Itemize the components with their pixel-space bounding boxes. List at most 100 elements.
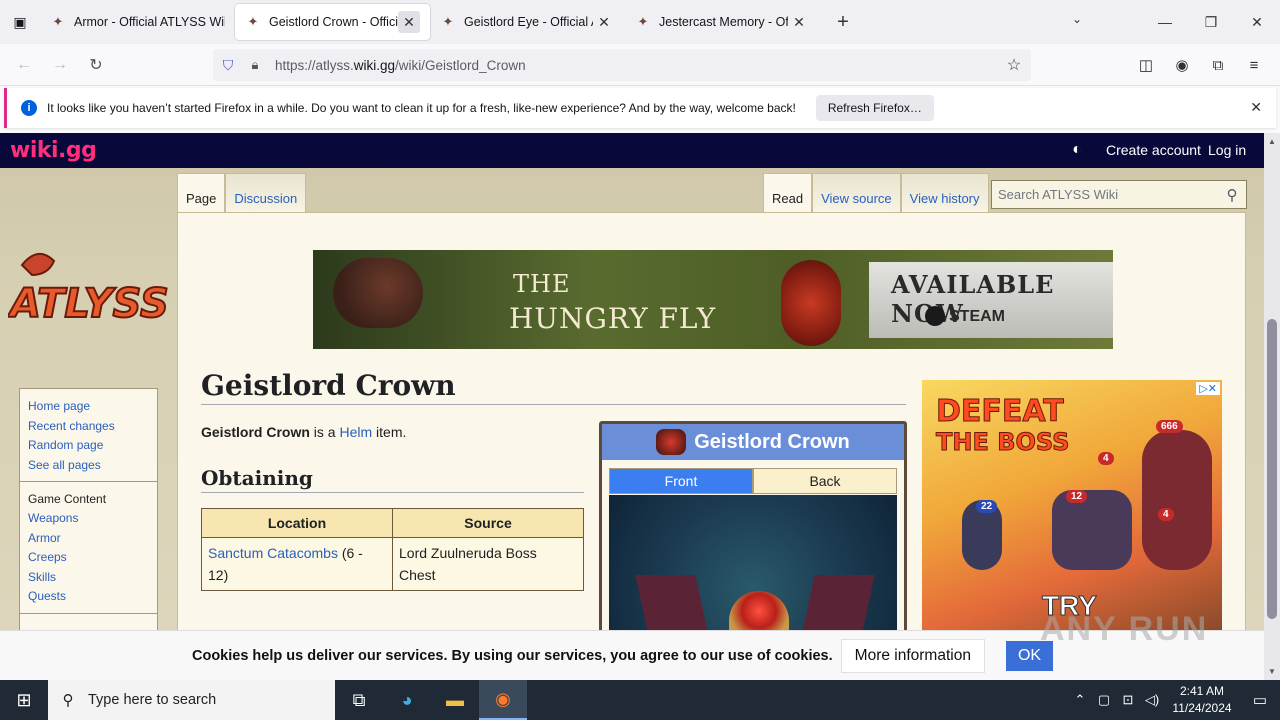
taskbar: ⊞ ⚲ Type here to search ⧉ ◕ ▬ ◉ ⌃ ▢ ⊡ ◁)… [0,680,1280,720]
cookie-message: Cookies help us deliver our services. By… [192,647,833,664]
volume-icon[interactable]: ◁) [1140,692,1164,708]
sidebar-item-skills[interactable]: Skills [20,568,157,588]
tab-jestercast-memory[interactable]: ✦ Jestercast Memory - Official ATLYSS Wi… [625,4,820,40]
scroll-down-icon[interactable]: ▼ [1268,667,1276,676]
ad-close-icon[interactable]: ▷✕ [1196,382,1220,395]
task-view-icon[interactable]: ⧉ [335,680,383,720]
wiki-search-input[interactable]: Search ATLYSS Wiki ⚲ [991,180,1247,209]
page-scrollbar[interactable]: ▲ ▼ [1264,133,1280,680]
ad-level-badge: 4 [1158,508,1174,521]
hungry-fly-banner[interactable]: THE HUNGRY FLY AVAILABLE NOW STEAM [313,250,1113,349]
bookmark-star-icon[interactable]: ☆ [997,55,1031,75]
sidebar-item-recent-changes[interactable]: Recent changes [20,417,157,437]
tracking-shield-icon[interactable]: ⛉ [213,57,243,74]
chevron-up-icon[interactable]: ⌃ [1068,692,1092,708]
atlyss-logo[interactable]: ATLYSS [8,245,168,335]
wikigg-logo[interactable]: wiki.gg [10,138,97,163]
back-icon[interactable]: ← [6,49,42,81]
helm-link[interactable]: Helm [339,424,372,440]
create-account-link[interactable]: Create account [1106,142,1201,158]
refresh-notification: i It looks like you haven’t started Fire… [4,88,1276,128]
crown-item-icon [656,429,687,455]
login-link[interactable]: Log in [1208,142,1246,158]
url-bar[interactable]: ⛉ 🔒︎ https://atlyss.wiki.gg/wiki/Geistlo… [213,49,1031,81]
forward-icon[interactable]: → [42,49,78,81]
reload-icon[interactable]: ↻ [78,49,114,81]
tab-view-source[interactable]: View source [812,173,901,213]
edge-icon[interactable]: ◕ [383,680,431,720]
windows-start-icon[interactable]: ⊞ [0,680,48,720]
url-text[interactable]: https://atlyss.wiki.gg/wiki/Geistlord_Cr… [275,58,997,73]
tab-title: Geistlord Eye - Official ATLYSS Wiki [464,15,593,29]
sidebar-item-random-page[interactable]: Random page [20,436,157,456]
tab-title: Geistlord Crown - Official ATLYSS Wiki [269,15,398,29]
list-all-tabs-icon[interactable]: ⌄ [1072,12,1082,26]
tab-geistlord-eye[interactable]: ✦ Geistlord Eye - Official ATLYSS Wiki ✕ [430,4,625,40]
search-icon[interactable]: ⚲ [1218,186,1246,204]
sidebar-item-all-pages[interactable]: See all pages [20,456,157,476]
file-explorer-icon[interactable]: ▬ [431,680,479,720]
scrollbar-thumb[interactable] [1267,319,1277,619]
close-tab-icon[interactable]: ✕ [398,11,420,33]
sidebar-group-divider [20,612,157,620]
sidebar-item-weapons[interactable]: Weapons [20,509,157,529]
tab-geistlord-crown[interactable]: ✦ Geistlord Crown - Official ATLYSS Wiki… [235,4,430,40]
clock[interactable]: 2:41 AM 11/24/2024 [1164,683,1240,717]
tab-title: Jestercast Memory - Official ATLYSS Wiki [659,15,788,29]
banner-line2: HUNGRY FLY [509,302,717,335]
crown-left-wing [635,575,715,630]
extensions-icon[interactable]: ⧉ [1200,50,1236,80]
ad-headline-2: THE BOSS [935,428,1070,457]
tab-discussion[interactable]: Discussion [225,173,307,213]
firefox-view-icon[interactable]: ▣ [0,0,40,44]
theme-toggle-icon[interactable]: ◐ [1068,141,1086,159]
firefox-icon[interactable]: ◉ [479,680,527,720]
wiki-header: wiki.gg ◐ Create account Log in [0,133,1264,168]
back-view-button[interactable]: Back [753,468,897,494]
tab-read[interactable]: Read [763,173,813,213]
ad-army-figure [1052,490,1132,570]
plant-illustration [781,260,841,346]
refresh-firefox-button[interactable]: Refresh Firefox… [815,95,934,121]
ad-level-badge: 666 [1156,420,1183,433]
sidebar-group-heading: Game Content [28,492,107,506]
ad-level-badge: 4 [1098,452,1114,465]
tab-page[interactable]: Page [177,173,226,213]
scroll-up-icon[interactable]: ▲ [1268,137,1276,146]
crown-gem [729,591,789,630]
nav-bar: ← → ↻ ⛉ 🔒︎ https://atlyss.wiki.gg/wiki/G… [0,44,1280,86]
restore-icon[interactable]: ❐ [1188,14,1234,31]
lock-icon[interactable]: 🔒︎ [243,57,267,73]
sidebar: Home page Recent changes Random page See… [19,388,158,630]
sidebar-item-home[interactable]: Home page [20,397,157,417]
sidebar-item-creeps[interactable]: Creeps [20,548,157,568]
infobox-header: Geistlord Crown [602,424,904,460]
close-window-icon[interactable]: ✕ [1234,14,1280,31]
device-icon[interactable]: ▢ [1092,692,1116,708]
steam-icon [925,306,945,326]
tab-armor[interactable]: ✦ Armor - Official ATLYSS Wiki [40,4,235,40]
network-icon[interactable]: ⊡ [1116,692,1140,708]
sidebar-item-armor[interactable]: Armor [20,529,157,549]
new-tab-button[interactable]: + [828,7,858,37]
notifications-icon[interactable]: ▭ [1240,691,1280,709]
taskbar-search[interactable]: ⚲ Type here to search [48,680,335,720]
page-title: Geistlord Crown [201,369,906,405]
obtaining-table: Location Source Sanctum Catacombs (6 - 1… [201,508,584,591]
close-icon[interactable]: ✕ [1250,99,1262,116]
pocket-icon[interactable]: ◫ [1128,50,1164,80]
advertisement[interactable]: DEFEAT THE BOSS 666 4 12 4 22 TRY ▷✕ [922,380,1222,630]
more-information-button[interactable]: More information [840,638,985,673]
column-header-location: Location [201,508,393,538]
front-view-button[interactable]: Front [609,468,753,494]
tab-bar: ▣ ✦ Armor - Official ATLYSS Wiki ✦ Geist… [0,0,1280,44]
close-tab-icon[interactable]: ✕ [788,11,810,33]
minimize-icon[interactable]: — [1142,14,1188,30]
account-icon[interactable]: ◉ [1164,50,1200,80]
close-tab-icon[interactable]: ✕ [593,11,615,33]
sanctum-catacombs-link[interactable]: Sanctum Catacombs [208,545,338,561]
tab-view-history[interactable]: View history [900,173,989,213]
menu-icon[interactable]: ≡ [1236,50,1272,80]
logo-text: ATLYSS [8,281,168,327]
sidebar-item-quests[interactable]: Quests [20,587,157,607]
